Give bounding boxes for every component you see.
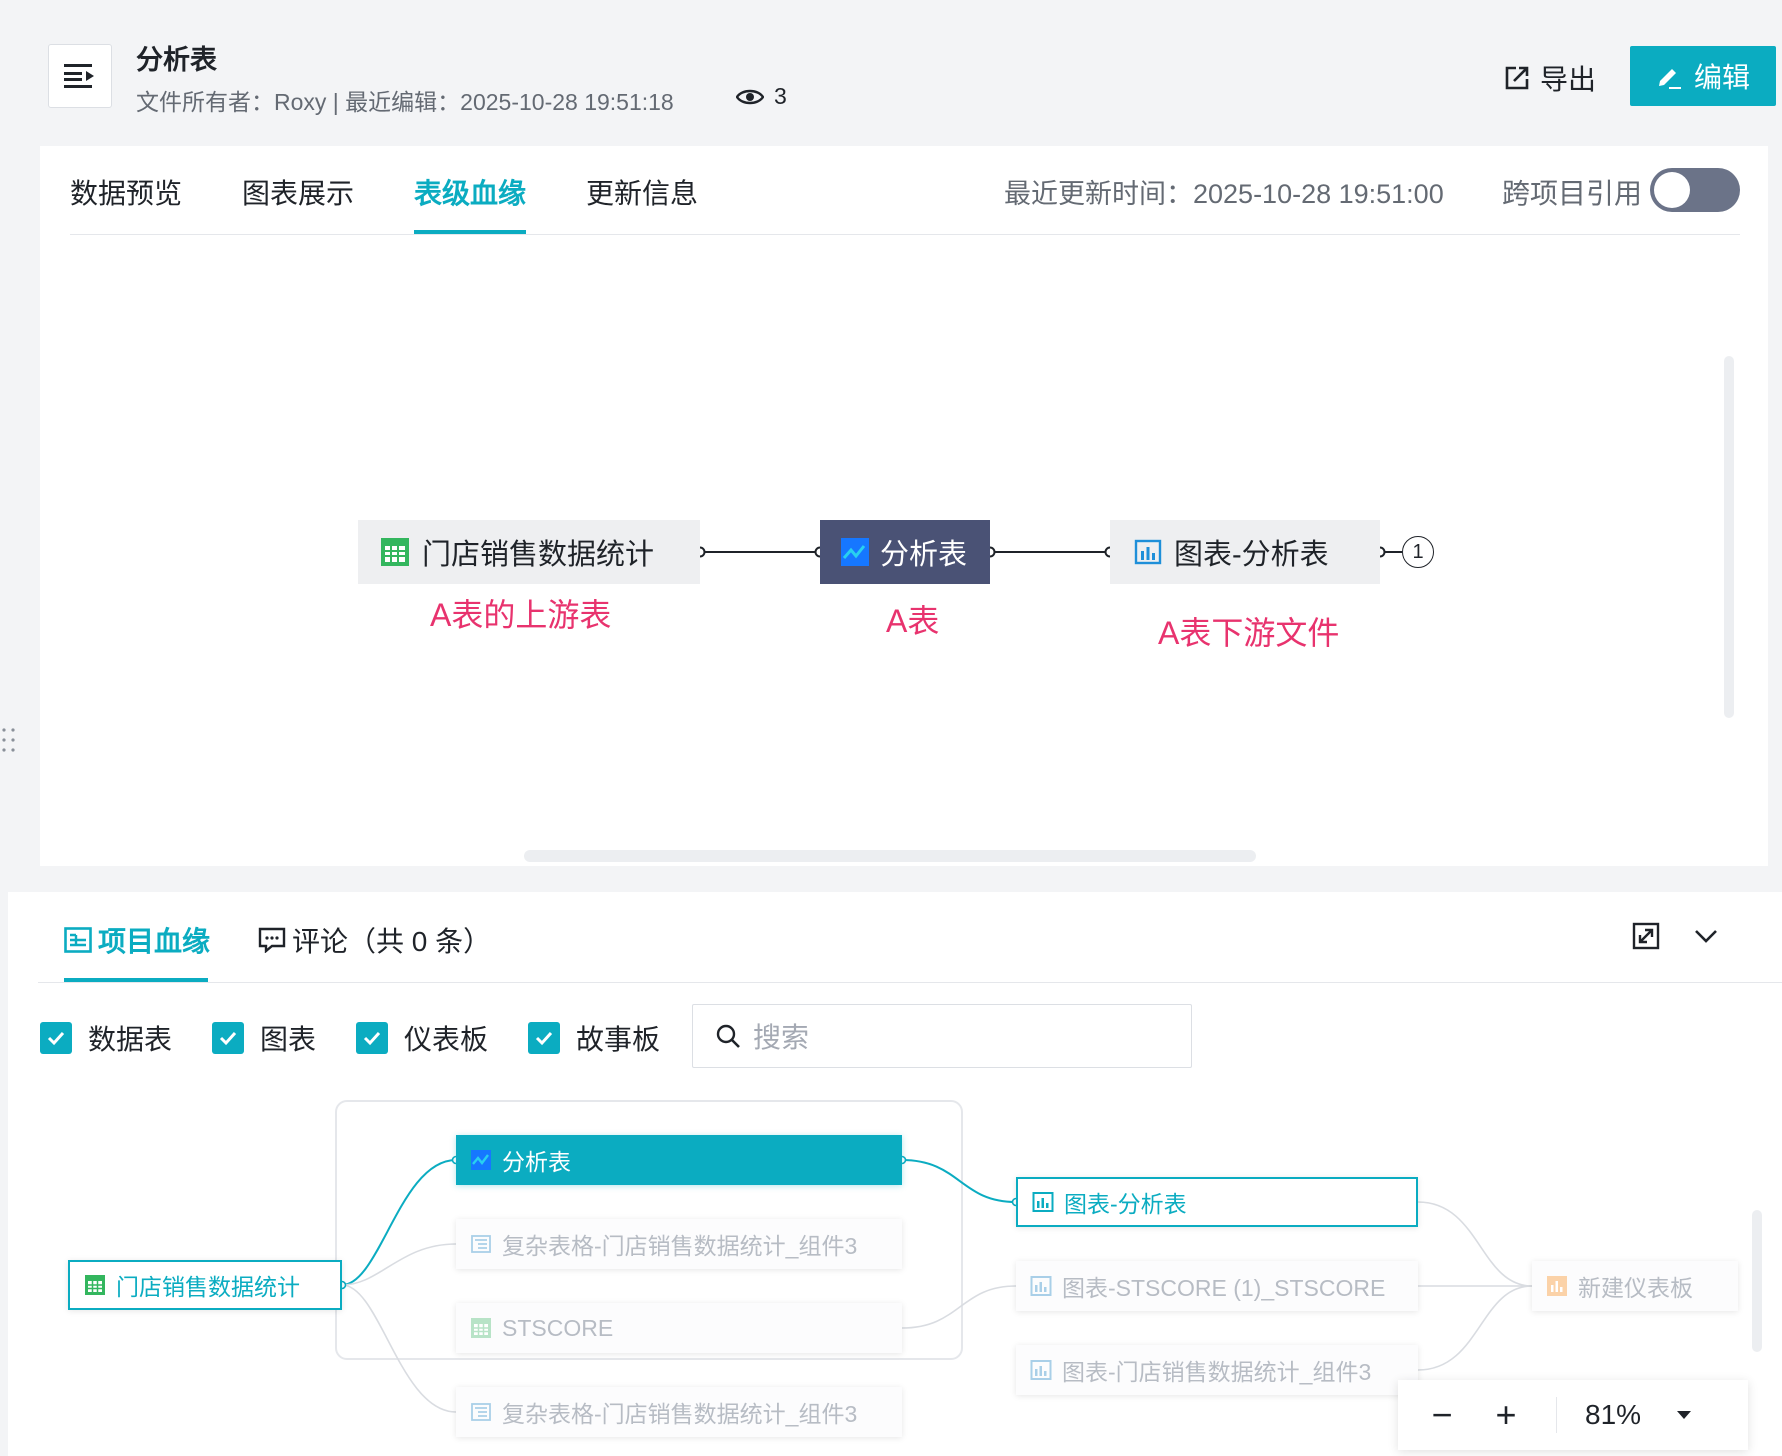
project-node-label: 复杂表格-门店销售数据统计_组件3 — [502, 1401, 858, 1427]
project-node-complex-table-2[interactable]: 复杂表格-门店销售数据统计_组件3 — [456, 1387, 902, 1437]
caret-down-icon[interactable] — [1675, 1409, 1693, 1421]
project-node-chart-store-sales[interactable]: 图表-门店销售数据统计_组件3 — [1016, 1345, 1418, 1395]
project-node-label: 图表-STSCORE (1)_STSCORE — [1062, 1275, 1386, 1301]
zoom-out-button[interactable]: − — [1410, 1394, 1474, 1436]
project-node-complex-table[interactable]: 复杂表格-门店销售数据统计_组件3 — [456, 1219, 902, 1269]
zoom-control: − + 81% — [1398, 1380, 1748, 1450]
project-node-label: 新建仪表板 — [1578, 1275, 1693, 1301]
zoom-divider — [1556, 1397, 1557, 1433]
zoom-level: 81% — [1585, 1399, 1642, 1430]
chart-icon — [1030, 1276, 1052, 1296]
chart-icon — [1030, 1360, 1052, 1380]
graph-scrollbar[interactable] — [1752, 1210, 1762, 1352]
project-node-label: 分析表 — [502, 1149, 571, 1175]
complex-table-icon — [471, 1235, 491, 1253]
datatable-icon — [471, 1318, 491, 1338]
project-node-label: 门店销售数据统计 — [116, 1274, 300, 1300]
analysis-table-icon — [471, 1150, 491, 1170]
project-node-new-dashboard[interactable]: 新建仪表板 — [1532, 1261, 1738, 1311]
dashboard-icon — [1547, 1276, 1567, 1296]
project-node-chart-stscore[interactable]: 图表-STSCORE (1)_STSCORE — [1016, 1261, 1418, 1311]
project-node-label: 复杂表格-门店销售数据统计_组件3 — [502, 1233, 858, 1259]
project-node-source[interactable]: 门店销售数据统计 — [68, 1260, 342, 1310]
project-node-label: 图表-门店销售数据统计_组件3 — [1062, 1359, 1372, 1385]
project-node-analysis-table[interactable]: 分析表 — [456, 1135, 902, 1185]
chart-icon — [1032, 1192, 1054, 1212]
datatable-icon — [85, 1275, 105, 1295]
complex-table-icon — [471, 1403, 491, 1421]
project-node-chart-analysis[interactable]: 图表-分析表 — [1016, 1177, 1418, 1227]
project-node-label: STSCORE — [502, 1314, 614, 1341]
project-node-label: 图表-分析表 — [1064, 1191, 1187, 1217]
zoom-in-button[interactable]: + — [1474, 1394, 1538, 1436]
project-node-stscore[interactable]: STSCORE — [456, 1303, 902, 1353]
